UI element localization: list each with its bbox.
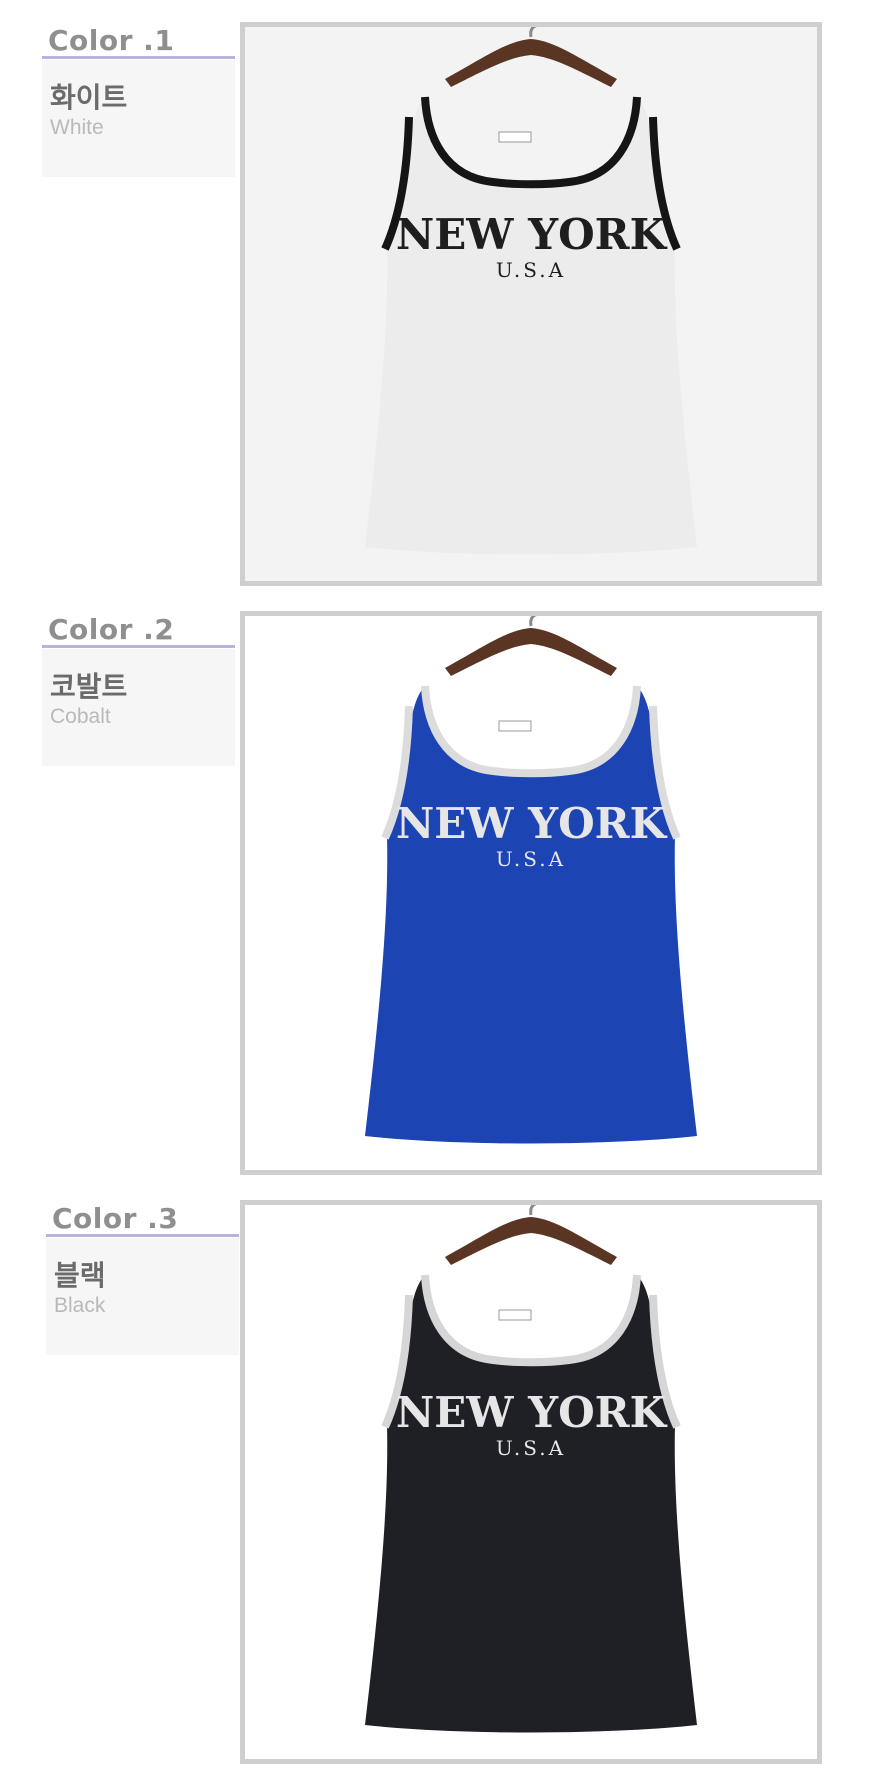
neck-label-tag xyxy=(498,1309,532,1321)
color-name-korean: 코발트 xyxy=(50,670,128,703)
color-name-box: 블랙 Black xyxy=(46,1238,239,1355)
color-name-english: White xyxy=(50,116,104,139)
color-option-cobalt: Color .2 코발트 Cobalt NEW YORK U.S.A xyxy=(0,611,870,1181)
tank-top-image: NEW YORKU.S.A xyxy=(245,27,817,581)
neck-label-tag xyxy=(498,720,532,732)
color-label-panel: Color .3 블랙 Black xyxy=(46,1200,239,1355)
tank-top-image: NEW YORKU.S.A xyxy=(245,1205,817,1759)
title-underline xyxy=(46,1234,239,1237)
color-name-box: 화이트 White xyxy=(42,60,235,177)
product-photo: NEW YORK U.S.A xyxy=(240,22,822,586)
color-number-title: Color .2 xyxy=(48,613,175,646)
color-option-white: Color .1 화이트 White NEW YORK U.S.A xyxy=(0,22,870,592)
print-usa: U.S.A xyxy=(496,847,566,871)
color-name-korean: 블랙 xyxy=(54,1259,106,1292)
color-number-title: Color .1 xyxy=(48,24,175,57)
print-new-york: NEW YORK xyxy=(396,210,668,259)
print-usa: U.S.A xyxy=(496,258,566,282)
print-usa: U.S.A xyxy=(496,1436,566,1460)
print-new-york: NEW YORK xyxy=(396,799,668,848)
product-photo: NEW YORK U.S.A xyxy=(240,1200,822,1764)
print-new-york: NEW YORK xyxy=(396,1388,668,1437)
color-label-panel: Color .2 코발트 Cobalt xyxy=(42,611,235,766)
tank-top-image: NEW YORKU.S.A xyxy=(245,616,817,1170)
color-name-korean: 화이트 xyxy=(50,81,128,114)
product-photo: NEW YORK U.S.A xyxy=(240,611,822,1175)
neck-label-tag xyxy=(498,131,532,143)
color-option-black: Color .3 블랙 Black NEW YORK U.S.A xyxy=(0,1200,870,1770)
color-label-panel: Color .1 화이트 White xyxy=(42,22,235,177)
color-number-title: Color .3 xyxy=(52,1202,179,1235)
title-underline xyxy=(42,645,235,648)
color-name-box: 코발트 Cobalt xyxy=(42,649,235,766)
color-name-english: Cobalt xyxy=(50,705,111,728)
color-name-english: Black xyxy=(54,1294,106,1317)
title-underline xyxy=(42,56,235,59)
